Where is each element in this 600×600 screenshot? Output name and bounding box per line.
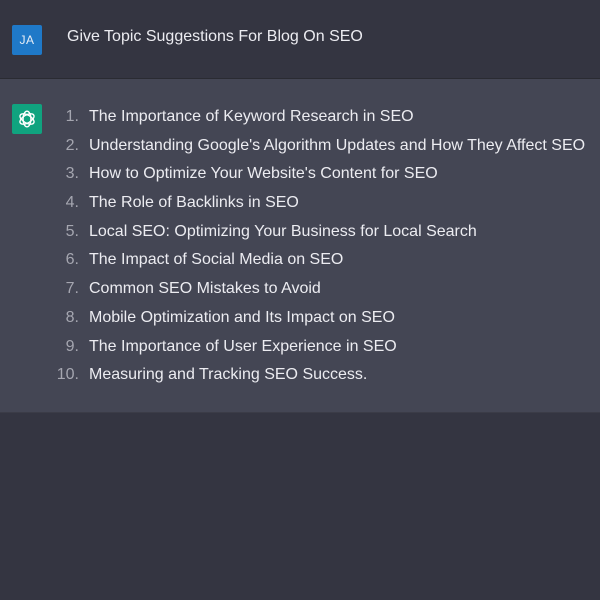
list-item-number: 2. — [65, 136, 79, 154]
assistant-avatar — [12, 104, 42, 134]
list-item-number: 9. — [65, 337, 79, 355]
list-item-number: 10. — [56, 366, 79, 384]
list-item-number: 3. — [65, 165, 79, 183]
openai-logo-icon — [19, 110, 35, 128]
list-item-text: Local SEO: Optimizing Your Business for … — [89, 222, 477, 240]
list-item-text: The Impact of Social Media on SEO — [89, 251, 344, 269]
list-item-text: The Importance of Keyword Research in SE… — [89, 108, 414, 125]
list-item-text: Common SEO Mistakes to Avoid — [89, 280, 321, 298]
list-item-text: The Role of Backlinks in SEO — [89, 194, 299, 212]
user-avatar: JA — [12, 25, 42, 55]
list-item-text: Mobile Optimization and Its Impact on SE… — [89, 308, 395, 326]
list-item-text: Understanding Google's Algorithm Updates… — [89, 136, 586, 154]
assistant-message-row: 1. The Importance of Keyword Research in… — [0, 79, 600, 413]
list-item-text: Measuring and Tracking SEO Success. — [89, 366, 368, 384]
user-message-text: Give Topic Suggestions For Blog On SEO — [67, 28, 363, 45]
user-message-row: JA Give Topic Suggestions For Blog On SE… — [0, 0, 600, 79]
list-item-number: 6. — [65, 251, 79, 269]
list-item-text: The Importance of User Experience in SEO — [89, 337, 397, 355]
list-item-text: How to Optimize Your Website's Content f… — [89, 165, 438, 183]
list-item-number: 1. — [65, 108, 79, 125]
list-item-number: 5. — [65, 222, 79, 240]
list-item-number: 7. — [65, 280, 79, 298]
list-item-number: 8. — [65, 308, 79, 326]
list-item-number: 4. — [65, 194, 79, 212]
